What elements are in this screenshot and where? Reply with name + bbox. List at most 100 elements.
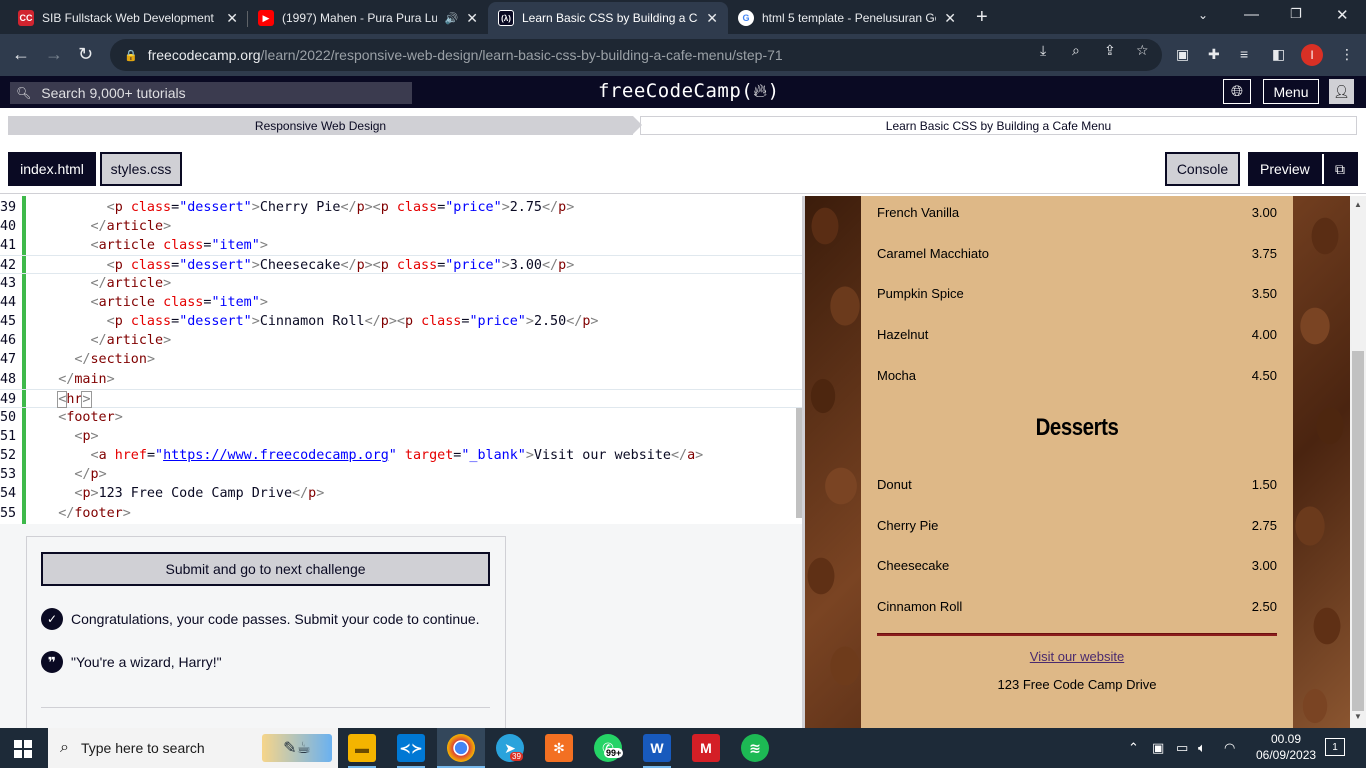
submit-button[interactable]: Submit and go to next challenge — [41, 552, 490, 586]
code-line[interactable]: 52 <a href="https://www.freecodecamp.org… — [0, 446, 802, 465]
code-line[interactable]: 54 <p>123 Free Code Camp Drive</p> — [0, 484, 802, 503]
language-globe-icon[interactable]: 🌐︎ — [1223, 79, 1251, 104]
close-window-icon[interactable]: ✕ — [1336, 6, 1349, 24]
profile-avatar[interactable]: I — [1301, 44, 1323, 66]
code-line[interactable]: 53 </p> — [0, 465, 802, 484]
close-icon[interactable]: ✕ — [466, 10, 478, 27]
code-editor[interactable]: 39 <p class="dessert">Cherry Pie</p><p c… — [0, 196, 802, 524]
browser-tab-freecodecamp[interactable]: (λ) Learn Basic CSS by Building a Caf ✕ — [488, 2, 728, 34]
tab-styles-css[interactable]: styles.css — [100, 152, 182, 186]
vscode-icon[interactable]: ≺≻ — [397, 734, 425, 762]
code-line[interactable]: 50 <footer> — [0, 408, 802, 427]
fcc-navbar: 🔍︎ Search 9,000+ tutorials freeCodeCamp(… — [0, 76, 1366, 108]
extension-chat-icon[interactable]: ▣ — [1176, 46, 1189, 63]
forward-icon[interactable]: → — [45, 44, 63, 65]
browser-tab-youtube[interactable]: ▶ (1997) Mahen - Pura Pura Lu 🔊 ✕ — [248, 2, 488, 34]
preview-button[interactable]: Preview ⧉ — [1248, 152, 1358, 186]
search-icon: ⌕ — [60, 739, 69, 756]
file-explorer-icon[interactable]: ▬ — [348, 734, 376, 762]
codecademy-icon: CC — [18, 10, 34, 26]
back-icon[interactable]: ← — [12, 44, 30, 65]
search-highlight-illustration[interactable]: ✎☕ — [262, 734, 332, 762]
whatsapp-badge: 99+ — [604, 748, 624, 758]
fcc-logo[interactable]: freeCodeCamp(🔥︎) — [598, 80, 780, 102]
menu-item-coffee: Hazelnut 4.00 — [877, 327, 1277, 342]
battery-icon[interactable]: ▭ — [1176, 740, 1188, 756]
menu-button[interactable]: Menu — [1263, 79, 1319, 104]
code-line-current[interactable]: 49 <hr> — [0, 389, 802, 408]
browser-tab-sib[interactable]: CC SIB Fullstack Web Development | ✕ — [8, 2, 248, 34]
code-line[interactable]: 46 </article> — [0, 331, 802, 350]
code-line[interactable]: 48 </main> — [0, 370, 802, 389]
code-line[interactable]: 39 <p class="dessert">Cherry Pie</p><p c… — [0, 198, 802, 217]
quote-icon: ❞ — [41, 651, 63, 673]
code-line[interactable]: 44 <article class="item"> — [0, 293, 802, 312]
test-result-panel: Submit and go to next challenge ✓ Congra… — [26, 536, 506, 732]
tab-search-chevron-icon[interactable]: ⌄ — [1198, 8, 1208, 22]
notification-center-icon[interactable]: 1 — [1325, 738, 1345, 756]
code-line[interactable]: 42 <p class="dessert">Cheesecake</p><p c… — [0, 255, 802, 274]
xampp-icon[interactable]: ✻ — [545, 734, 573, 762]
word-icon[interactable]: W — [643, 734, 671, 762]
bookmark-star-icon[interactable]: ☆ — [1136, 42, 1149, 59]
chrome-icon[interactable] — [447, 734, 475, 762]
camera-icon[interactable]: ▣ — [1152, 740, 1164, 756]
user-avatar[interactable]: 👤︎ — [1329, 79, 1354, 104]
menu-item-dessert: Cheesecake 3.00 — [877, 558, 1277, 573]
search-icon: 🔍︎ — [16, 86, 32, 100]
reload-icon[interactable]: ↻ — [78, 44, 93, 65]
code-line[interactable]: 55 </footer> — [0, 504, 802, 523]
tab-title: (1997) Mahen - Pura Pura Lu — [282, 11, 437, 25]
address-bar[interactable]: 🔒 freecodecamp.org/learn/2022/responsive… — [110, 39, 1162, 71]
lock-icon[interactable]: 🔒 — [124, 49, 138, 62]
restore-icon[interactable]: ❐ — [1290, 6, 1302, 22]
browser-tab-google[interactable]: G html 5 template - Penelusuran Go ✕ — [728, 2, 966, 34]
close-icon[interactable]: ✕ — [706, 10, 718, 27]
breadcrumb-block[interactable]: Learn Basic CSS by Building a Cafe Menu — [640, 116, 1357, 135]
code-line[interactable]: 41 <article class="item"> — [0, 236, 802, 255]
tab-index-html[interactable]: index.html — [8, 152, 96, 186]
speaker-icon[interactable]: 🔊 — [445, 12, 459, 25]
scroll-down-icon[interactable]: ▼ — [1354, 712, 1362, 721]
minimize-icon[interactable]: — — [1244, 6, 1259, 23]
menu-divider — [877, 633, 1277, 636]
divider — [41, 707, 490, 708]
preview-label: Preview — [1260, 161, 1310, 177]
scrollbar-thumb[interactable] — [1352, 351, 1364, 711]
quote-text: "You're a wizard, Harry!" — [71, 654, 222, 670]
close-icon[interactable]: ✕ — [944, 10, 956, 27]
tray-overflow-icon[interactable]: ⌃ — [1128, 740, 1139, 756]
preview-scrollbar[interactable]: ▲ ▼ — [1350, 196, 1366, 728]
code-line[interactable]: 40 </article> — [0, 217, 802, 236]
visit-website-link[interactable]: Visit our website — [861, 649, 1293, 664]
preview-pane[interactable]: French Vanilla 3.00 Caramel Macchiato 3.75… — [805, 196, 1350, 728]
spotify-icon[interactable]: ≋ — [741, 734, 769, 762]
code-line[interactable]: 51 <p> — [0, 427, 802, 446]
code-line[interactable]: 43 </article> — [0, 274, 802, 293]
code-line[interactable]: 47 </section> — [0, 350, 802, 369]
console-button[interactable]: Console — [1165, 152, 1240, 186]
pass-message-text: Congratulations, your code passes. Submi… — [71, 611, 480, 627]
system-clock[interactable]: 00.09 06/09/2023 — [1256, 731, 1316, 763]
menu-item-coffee: Caramel Macchiato 3.75 — [877, 246, 1277, 261]
extensions-puzzle-icon[interactable]: ✚ — [1208, 46, 1220, 63]
new-tab-icon[interactable]: + — [976, 6, 988, 29]
freecodecamp-icon: (λ) — [498, 10, 514, 26]
windows-start-icon[interactable] — [14, 740, 32, 758]
share-icon[interactable]: ⇪ — [1104, 42, 1116, 59]
popout-icon[interactable]: ⧉ — [1322, 154, 1356, 184]
search-input[interactable]: 🔍︎ Search 9,000+ tutorials — [10, 82, 412, 104]
breadcrumb-superblock[interactable]: Responsive Web Design — [8, 116, 633, 135]
side-panel-icon[interactable]: ◧ — [1272, 46, 1285, 63]
menu-item-coffee: French Vanilla 3.00 — [877, 205, 1277, 220]
media-control-icon[interactable]: ≡ — [1240, 46, 1248, 62]
volume-icon[interactable]: 🔈︎ — [1198, 740, 1206, 756]
zoom-icon[interactable]: ⌕ — [1072, 42, 1080, 59]
more-menu-icon[interactable]: ⋮ — [1340, 46, 1354, 63]
close-icon[interactable]: ✕ — [226, 10, 238, 27]
mendeley-icon[interactable]: M — [692, 734, 720, 762]
scroll-up-icon[interactable]: ▲ — [1354, 200, 1362, 209]
wifi-icon[interactable]: ◠ — [1224, 740, 1235, 756]
code-line[interactable]: 45 <p class="dessert">Cinnamon Roll</p><… — [0, 312, 802, 331]
install-icon[interactable]: ⤓ — [1040, 42, 1046, 59]
